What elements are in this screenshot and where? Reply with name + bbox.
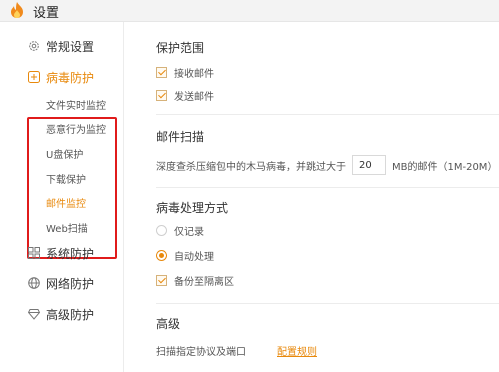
configure-rules-link[interactable]: 配置规则 [277, 343, 317, 358]
advanced-title: 高级 [156, 317, 181, 331]
backup-quarantine-checkbox[interactable] [156, 274, 167, 286]
protect-scope-title: 保护范围 [156, 41, 205, 55]
receive-mail-option[interactable]: 接收邮件 [156, 65, 214, 80]
globe-icon [28, 277, 40, 289]
receive-mail-checkbox[interactable] [156, 66, 167, 78]
app-logo-icon [11, 2, 23, 18]
sidebar-item-advanced-protection[interactable]: 高级防护 [28, 304, 94, 324]
option-label: 接收邮件 [174, 68, 214, 80]
section-divider [156, 187, 499, 188]
plus-square-icon [28, 71, 40, 83]
sidebar-item-label: 网络防护 [46, 276, 95, 291]
title-bar: 设置 [0, 0, 499, 22]
advanced-row: 扫描指定协议及端口 配置规则 [156, 343, 317, 358]
mail-scan-row: 深度查杀压缩包中的木马病毒，并跳过大于 MB的邮件（1M-20M） [156, 155, 497, 175]
advanced-text: 扫描指定协议及端口 [156, 347, 246, 358]
auto-handle-radio[interactable] [156, 249, 167, 261]
record-only-radio[interactable] [156, 224, 167, 236]
backup-quarantine-option[interactable]: 备份至隔离区 [156, 273, 234, 288]
gear-icon [29, 41, 39, 51]
option-label: 发送邮件 [174, 91, 214, 103]
sidebar-item-label: 病毒防护 [46, 70, 95, 85]
diamond-icon [28, 309, 40, 320]
mail-scan-title: 邮件扫描 [156, 130, 205, 144]
section-divider [156, 114, 499, 115]
sidebar-subitem-file-monitor[interactable]: 文件实时监控 [46, 96, 106, 112]
main-panel: 保护范围 接收邮件 发送邮件 邮件扫描 深度查杀压缩包中的木马病毒，并跳过大于 … [124, 22, 499, 372]
highlight-box [27, 117, 117, 259]
auto-handle-option[interactable]: 自动处理 [156, 248, 214, 263]
max-size-input[interactable] [352, 155, 386, 175]
sidebar-item-general[interactable]: 常规设置 [28, 36, 94, 56]
window-title: 设置 [33, 6, 60, 21]
sidebar-item-virus-protection[interactable]: 病毒防护 [28, 67, 94, 87]
option-label: 备份至隔离区 [174, 276, 234, 288]
sidebar-subitem-label: 文件实时监控 [46, 100, 106, 112]
option-label: 仅记录 [174, 226, 204, 238]
sidebar: 常规设置 病毒防护 文件实时监控 恶意行为监控 U盘保护 下载保护 邮件监控 W… [0, 22, 124, 372]
send-mail-checkbox[interactable] [156, 89, 167, 101]
virus-handling-title: 病毒处理方式 [156, 201, 229, 215]
section-divider [156, 303, 499, 304]
sidebar-item-label: 常规设置 [46, 39, 95, 54]
scan-text-before: 深度查杀压缩包中的木马病毒，并跳过大于 [156, 161, 346, 173]
record-only-option[interactable]: 仅记录 [156, 223, 204, 238]
option-label: 自动处理 [174, 251, 214, 263]
sidebar-item-system-protection[interactable]: 系统防护 [28, 243, 94, 263]
sidebar-item-network-protection[interactable]: 网络防护 [28, 273, 94, 293]
grid-icon [28, 247, 40, 259]
sidebar-item-label: 系统防护 [46, 246, 95, 261]
sidebar-item-label: 高级防护 [46, 307, 95, 322]
send-mail-option[interactable]: 发送邮件 [156, 88, 214, 103]
scan-text-after: MB的邮件（1M-20M） [392, 161, 498, 173]
